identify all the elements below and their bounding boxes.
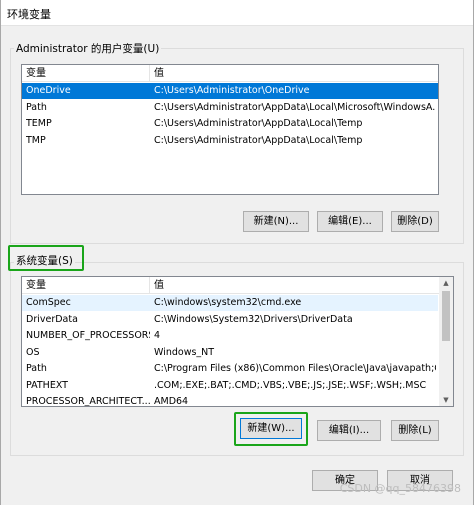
user-edit-button[interactable]: 编辑(E)... [317, 211, 383, 232]
table-row[interactable]: TEMP C:\Users\Administrator\AppData\Local… [22, 116, 438, 132]
table-row[interactable]: Path C:\Users\Administrator\AppData\Local… [22, 100, 438, 116]
variable-value: C:\windows\system32\cmd.exe [154, 297, 302, 308]
user-new-button[interactable]: 新建(N)... [243, 211, 309, 232]
scroll-up-arrow-icon[interactable]: ▲ [439, 277, 453, 289]
user-vars-list[interactable]: 变量 值 OneDrive C:\Users\Administrator\OneD… [21, 64, 439, 195]
system-vars-header: 变量 值 [22, 277, 453, 294]
table-row[interactable]: PROCESSOR_ARCHITECT... AMD64 [22, 394, 438, 407]
table-row[interactable]: ComSpec C:\windows\system32\cmd.exe [22, 295, 438, 311]
variable-name: TMP [26, 134, 46, 146]
variable-name: TEMP [26, 118, 52, 129]
vertical-scrollbar[interactable]: ▲ ▼ [439, 277, 453, 406]
scroll-thumb[interactable] [442, 291, 450, 341]
user-delete-button[interactable]: 删除(D) [391, 211, 439, 232]
system-new-button[interactable]: 新建(W)... [240, 418, 302, 439]
table-row[interactable]: TMP C:\Users\Administrator\AppData\Local\… [22, 133, 438, 149]
variable-name: DriverData [26, 313, 78, 325]
title-bar[interactable]: 环境变量 [1, 0, 473, 26]
variable-name: NUMBER_OF_PROCESSORS [26, 330, 150, 341]
system-vars-label: 系统变量(S) [14, 253, 75, 268]
variable-value: Windows_NT [154, 346, 215, 358]
env-vars-dialog: 环境变量 Administrator 的用户变量(U) 变量 值 OneDriv… [0, 0, 474, 505]
column-variable[interactable]: 变量 [22, 65, 150, 82]
variable-name: Path [26, 101, 47, 113]
user-vars-header: 变量 值 [22, 65, 438, 82]
column-value[interactable]: 值 [150, 65, 438, 82]
table-row[interactable]: DriverData C:\Windows\System32\Drivers\Dr… [22, 312, 438, 328]
window-title: 环境变量 [7, 8, 51, 21]
user-vars-label: Administrator 的用户变量(U) [14, 41, 162, 56]
variable-value: C:\Windows\System32\Drivers\DriverData [154, 313, 353, 325]
column-variable[interactable]: 变量 [22, 277, 150, 294]
variable-value: 4 [154, 330, 161, 341]
system-delete-button[interactable]: 删除(L) [391, 420, 439, 441]
variable-value: C:\Users\Administrator\AppData\Local\Mic… [154, 101, 436, 113]
variable-name: Path [26, 363, 47, 374]
variable-name: OneDrive [26, 85, 71, 96]
table-row[interactable]: OneDrive C:\Users\Administrator\OneDrive [22, 83, 438, 99]
variable-name: PATHEXT [26, 379, 68, 391]
system-edit-button[interactable]: 编辑(I)... [317, 420, 381, 441]
table-row[interactable]: OS Windows_NT [22, 345, 438, 361]
variable-value: C:\Users\Administrator\AppData\Local\Tem… [154, 134, 363, 146]
system-vars-list[interactable]: 变量 值 ComSpec C:\windows\system32\cmd.exe D… [21, 276, 454, 407]
table-row[interactable]: NUMBER_OF_PROCESSORS 4 [22, 328, 438, 344]
scroll-down-arrow-icon[interactable]: ▼ [439, 394, 453, 406]
table-row[interactable]: Path C:\Program Files (x86)\Common Files\… [22, 361, 438, 377]
table-row[interactable]: PATHEXT .COM;.EXE;.BAT;.CMD;.VBS;.VBE;.JS… [22, 378, 438, 394]
column-value[interactable]: 值 [150, 277, 440, 294]
variable-value: .COM;.EXE;.BAT;.CMD;.VBS;.VBE;.JS;.JSE;.… [154, 379, 427, 391]
variable-name: OS [26, 346, 40, 358]
variable-name: PROCESSOR_ARCHITECT... [26, 396, 150, 407]
watermark: CSDN @qq_58476398 [339, 482, 461, 495]
variable-value: C:\Users\Administrator\AppData\Local\Tem… [154, 118, 363, 129]
variable-value: C:\Program Files (x86)\Common Files\Orac… [154, 363, 436, 374]
variable-value: AMD64 [154, 396, 189, 407]
variable-value: C:\Users\Administrator\OneDrive [154, 85, 310, 96]
variable-name: ComSpec [26, 297, 71, 308]
